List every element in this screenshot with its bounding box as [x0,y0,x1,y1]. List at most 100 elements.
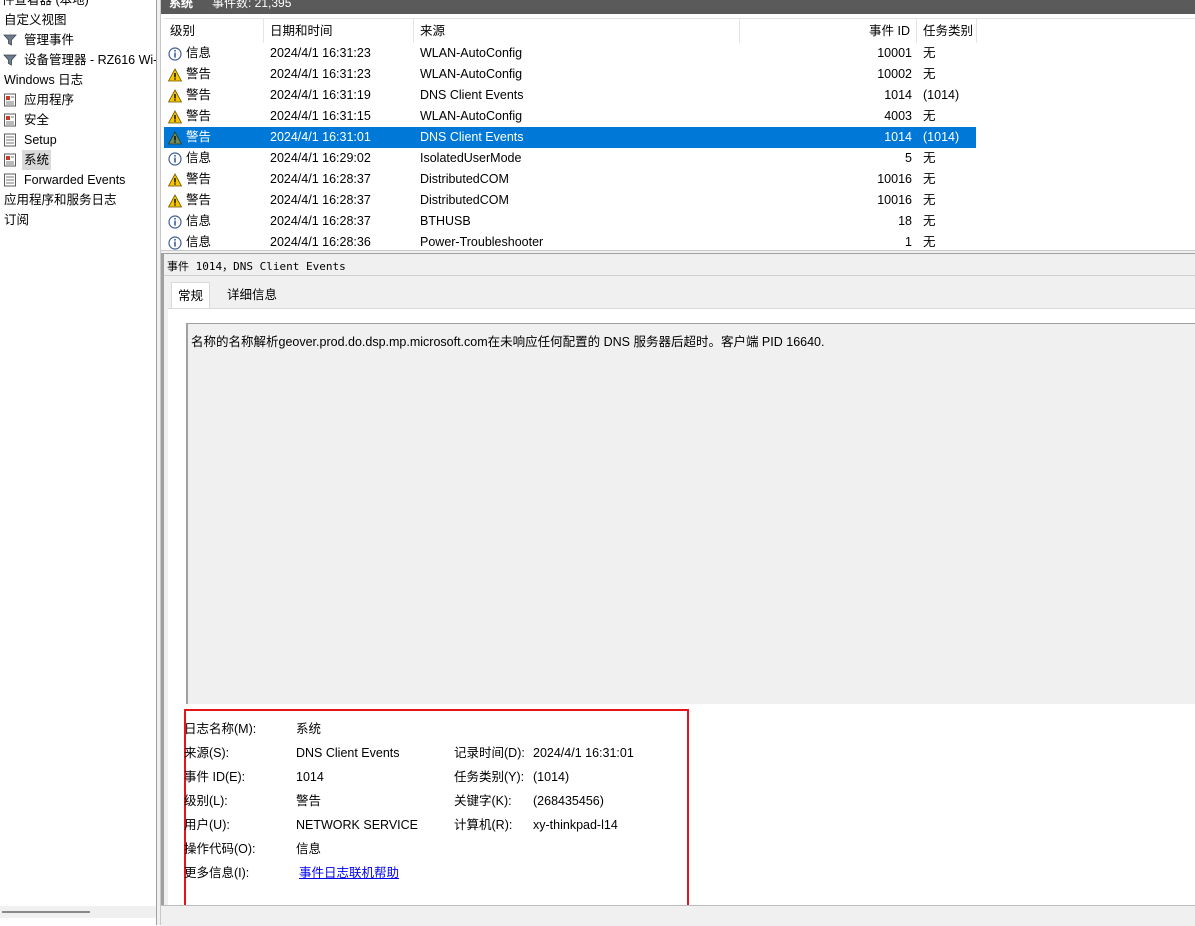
tree-item-device-manager-view[interactable]: 设备管理器 - RZ616 Wi- [3,50,156,70]
tree-item-security[interactable]: 安全 [3,110,51,130]
event-id-cell: 10016 [877,193,912,207]
prop-logged-value: 2024/4/1 16:31:01 [533,746,634,760]
warning-icon [168,109,186,124]
tree-item-label: Forwarded Events [24,173,126,187]
log-header-name: 系统 [169,0,194,10]
column-header-task[interactable]: 任务类别 [917,19,977,43]
prop-event-id-value: 1014 [296,770,324,784]
tree-item-event-viewer[interactable]: 件查看器 (本地) [0,0,91,10]
prop-level-value: 警告 [296,794,322,808]
event-task-cell: 无 [923,235,936,249]
prop-source-value: DNS Client Events [296,746,400,760]
event-level-cell: 信息 [168,148,211,169]
tree-item-label: 应用程序和服务日志 [4,193,117,207]
event-row[interactable]: 警告 2024/4/1 16:31:15 WLAN-AutoConfig 4003 无 [164,106,976,127]
event-date-cell: 2024/4/1 16:29:02 [270,151,371,165]
warning-icon [168,67,186,82]
event-level-text: 警告 [186,193,212,207]
tree-item-label: 设备管理器 - RZ616 Wi- [24,53,156,67]
divider [164,275,1195,276]
event-level-text: 警告 [186,67,212,81]
event-list: 级别 日期和时间 来源 事件 ID 任务类别 信息 2024/4/1 16:31:… [164,18,1195,251]
prop-user-label: 用户(U): [184,818,230,832]
tree-item-label: 自定义视图 [4,13,67,27]
tree-item-label: Setup [24,133,57,147]
filter-icon [3,34,17,46]
tree-item-setup[interactable]: Setup [3,130,59,150]
warning-icon [168,88,186,103]
event-detail-title: 事件 1014，DNS Client Events [167,260,346,273]
filter-icon [3,54,17,66]
event-level-text: 信息 [186,235,212,249]
event-row[interactable]: 信息 2024/4/1 16:28:36 Power-Troubleshooter 1… [164,232,976,251]
event-source-cell: DistributedCOM [420,193,509,207]
tree-item-subscriptions[interactable]: 订阅 [2,210,31,230]
tree-item-label: 订阅 [4,213,30,227]
tab-details[interactable]: 详细信息 [221,282,283,308]
tree-item-forwarded-events[interactable]: Forwarded Events [3,170,127,190]
column-header-date[interactable]: 日期和时间 [264,19,414,43]
tree-item-system[interactable]: 系统 [3,150,52,170]
event-description-box[interactable]: 名称的名称解析geover.prod.do.dsp.mp.microsoft.c… [186,323,1195,704]
column-header-row: 级别 日期和时间 来源 事件 ID 任务类别 [164,19,1195,43]
tree-item-label: 应用程序 [24,93,75,107]
event-row[interactable]: 警告 2024/4/1 16:31:23 WLAN-AutoConfig 10002 无 [164,64,976,85]
tree-horizontal-scrollbar[interactable] [0,906,156,918]
pane-border [161,254,164,925]
log-header-count: 事件数: 21,395 [212,0,292,10]
detail-status-strip [161,905,1195,926]
tree-item-app-service-logs[interactable]: 应用程序和服务日志 [2,190,119,210]
tree-item-admin-events[interactable]: 管理事件 [3,30,76,50]
event-row[interactable]: 信息 2024/4/1 16:28:37 BTHUSB 18 无 [164,211,976,232]
warning-icon [168,130,186,145]
event-row[interactable]: 警告 2024/4/1 16:31:19 DNS Client Events 1014… [164,85,976,106]
prop-event-id-label: 事件 ID(E): [184,770,246,784]
event-level-cell: 信息 [168,211,211,232]
event-task-cell: 无 [923,46,936,60]
event-row[interactable]: 信息 2024/4/1 16:29:02 IsolatedUserMode 5 无 [164,148,976,169]
prop-task-value: (1014) [533,770,570,784]
event-source-cell: DNS Client Events [420,88,524,102]
tab-general[interactable]: 常规 [171,282,211,310]
scrollbar-thumb[interactable] [2,911,90,913]
event-row[interactable]: 信息 2024/4/1 16:31:23 WLAN-AutoConfig 10001 无 [164,43,976,64]
event-source-cell: DistributedCOM [420,172,509,186]
tab-general-content: 名称的名称解析geover.prod.do.dsp.mp.microsoft.c… [168,308,1195,909]
event-task-cell: 无 [923,151,936,165]
info-icon [168,235,186,250]
event-row[interactable]: 警告 2024/4/1 16:28:37 DistributedCOM 10016 无 [164,190,976,211]
event-date-cell: 2024/4/1 16:31:01 [270,130,371,144]
prop-keywords-value: (268435456) [533,794,604,808]
warning-icon [168,172,186,187]
event-task-cell: 无 [923,214,936,228]
event-row[interactable]: 警告 2024/4/1 16:31:01 DNS Client Events 1014… [164,127,976,148]
event-properties-panel: 日志名称(M): 系统 来源(S): DNS Client Events 记录时… [184,709,689,909]
event-level-text: 信息 [186,214,212,228]
event-level-cell: 信息 [168,232,211,251]
event-date-cell: 2024/4/1 16:28:37 [270,193,371,207]
column-header-source[interactable]: 来源 [414,19,740,43]
event-level-cell: 警告 [168,85,211,106]
column-header-level[interactable]: 级别 [164,19,264,43]
event-source-cell: IsolatedUserMode [420,151,522,165]
prop-log-name-label: 日志名称(M): [184,722,257,736]
online-help-link[interactable]: 事件日志联机帮助 [299,863,399,883]
tree-item-windows-logs[interactable]: Windows 日志 [2,70,85,90]
log-icon [4,133,16,147]
event-id-cell: 4003 [884,109,912,123]
tree-item-custom-views[interactable]: 自定义视图 [2,10,69,30]
event-id-cell: 10016 [877,172,912,186]
column-header-event-id[interactable]: 事件 ID [740,19,917,43]
tree-item-application[interactable]: 应用程序 [3,90,76,110]
event-source-cell: WLAN-AutoConfig [420,109,523,123]
event-task-cell: 无 [923,172,936,186]
info-icon [168,214,186,229]
event-id-cell: 1014 [884,130,912,144]
prop-log-name-value: 系统 [296,722,322,736]
navigation-tree: 件查看器 (本地) 自定义视图 管理事件 设备管理器 - RZ616 Wi- W… [0,0,156,925]
event-row[interactable]: 警告 2024/4/1 16:28:37 DistributedCOM 10016 无 [164,169,976,190]
event-id-cell: 1014 [884,88,912,102]
prop-task-label: 任务类别(Y): [454,770,525,784]
event-id-cell: 5 [905,151,912,165]
event-task-cell: 无 [923,109,936,123]
